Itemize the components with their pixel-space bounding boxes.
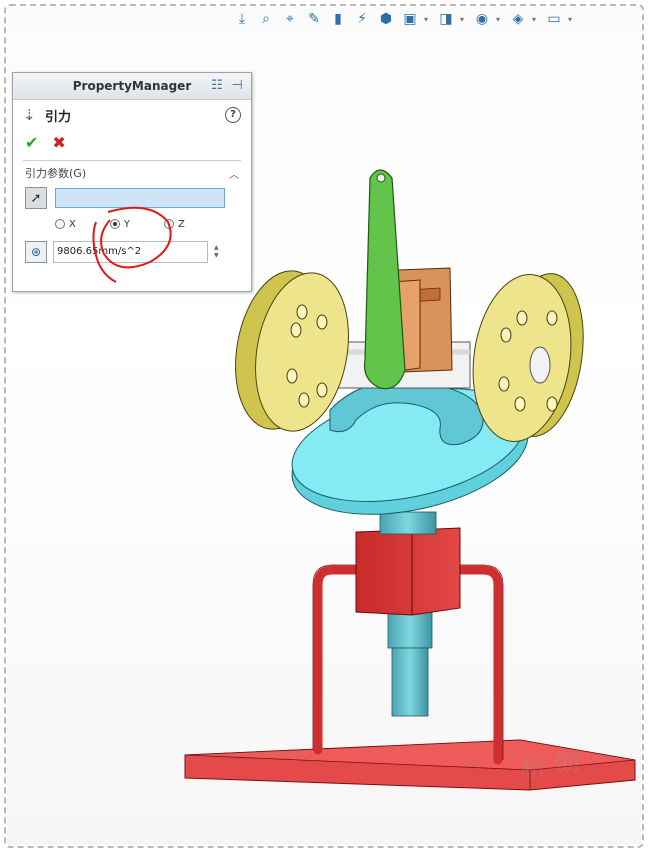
- axis-radio-group: X Y Z: [13, 211, 251, 237]
- green-arm: [363, 169, 406, 390]
- lower-shaft: [387, 611, 433, 717]
- panel-options-icon[interactable]: ☷: [209, 78, 225, 93]
- zoom-to-fit-icon[interactable]: ⤓: [232, 9, 252, 29]
- chevron-down-icon[interactable]: ▾: [496, 15, 504, 24]
- radio-y-label: Y: [123, 218, 130, 230]
- ok-button[interactable]: ✔: [25, 133, 38, 152]
- edit-appearance-icon[interactable]: ◨: [436, 9, 456, 29]
- chevron-down-icon[interactable]: ▾: [460, 15, 468, 24]
- cancel-button[interactable]: ✖: [52, 133, 65, 152]
- zoom-area-icon[interactable]: ⌕: [256, 9, 276, 29]
- hide-show-icon[interactable]: ▣: [400, 9, 420, 29]
- spin-down-icon[interactable]: ▼: [214, 252, 219, 260]
- view-orientation-icon[interactable]: ⚡: [352, 9, 372, 29]
- dynamic-annotation-icon[interactable]: ▮: [328, 9, 348, 29]
- view-settings-icon[interactable]: ◈: [508, 9, 528, 29]
- pin-icon[interactable]: ⊣: [229, 78, 245, 93]
- gravity-value-icon: ⊛: [25, 241, 47, 263]
- bearing-block: [355, 527, 461, 616]
- radio-x-label: X: [69, 218, 76, 230]
- gravity-icon: ⇣: [23, 106, 36, 124]
- panel-header: PropertyManager ☷ ⊣: [13, 73, 251, 100]
- direction-reference-button[interactable]: ➚: [25, 187, 47, 209]
- radio-z-dot[interactable]: [163, 219, 174, 229]
- chevron-up-icon[interactable]: ︿: [229, 166, 239, 181]
- chevron-down-icon[interactable]: ▾: [532, 15, 540, 24]
- previous-view-icon[interactable]: ⌖: [280, 9, 300, 29]
- section-view-icon[interactable]: ✎: [304, 9, 324, 29]
- direction-reference-field[interactable]: [55, 188, 225, 208]
- monitor-icon[interactable]: ▭: [544, 9, 564, 29]
- group-title: 引力参数(G): [25, 167, 87, 180]
- radio-y-dot[interactable]: [109, 219, 120, 229]
- radio-z[interactable]: Z: [163, 218, 185, 230]
- spin-up-icon[interactable]: ▲: [214, 244, 219, 252]
- group-header[interactable]: 引力参数(G) ︿: [13, 161, 251, 185]
- radio-x[interactable]: X: [55, 219, 76, 230]
- radio-y[interactable]: Y: [109, 218, 130, 230]
- property-manager-panel: PropertyManager ☷ ⊣ ⇣ 引力 ? ✔ ✖ 引力参数(G) ︿…: [12, 72, 252, 292]
- display-style-icon[interactable]: ⬢: [376, 9, 396, 29]
- feature-row: ⇣ 引力 ?: [13, 100, 251, 130]
- gravity-value-input[interactable]: 9806.65mm/s^2: [53, 241, 208, 263]
- heads-up-toolbar: ⤓ ⌕ ⌖ ✎ ▮ ⚡ ⬢ ▣ ▾ ◨ ▾ ◉ ▾ ◈ ▾ ▭ ▾: [232, 6, 576, 32]
- apply-scene-icon[interactable]: ◉: [472, 9, 492, 29]
- chevron-down-icon[interactable]: ▾: [568, 15, 576, 24]
- arrow-icon: ➚: [30, 190, 42, 206]
- help-icon[interactable]: ?: [225, 107, 241, 123]
- chevron-down-icon[interactable]: ▾: [424, 15, 432, 24]
- radio-z-label: Z: [177, 218, 185, 230]
- feature-name: 引力: [45, 109, 72, 125]
- value-spinner[interactable]: ▲ ▼: [214, 244, 219, 260]
- radio-x-dot[interactable]: [55, 219, 65, 229]
